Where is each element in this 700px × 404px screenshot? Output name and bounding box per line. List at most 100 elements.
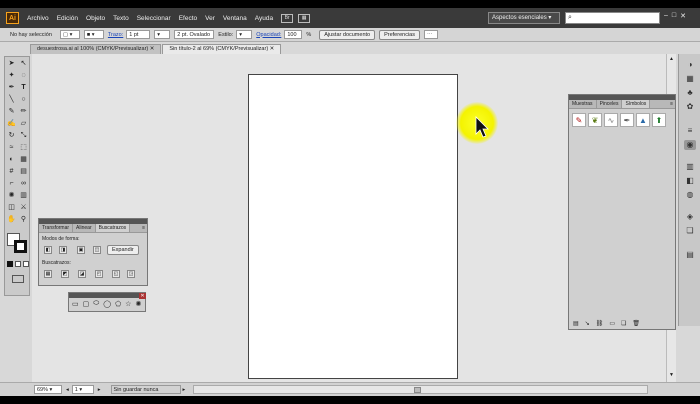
zoom-tool-icon[interactable]: ⚲ [18,215,29,225]
bridge-icon[interactable]: Br [281,13,294,23]
shapes-panel-close-icon[interactable]: ✕ [139,293,146,299]
direct-selection-tool-icon[interactable]: ↖ [18,59,29,69]
workspace-switcher[interactable]: Aspectos esenciales ▾ [488,12,560,24]
menu-ayuda[interactable]: Ayuda [255,15,273,22]
type-tool-icon[interactable]: T [18,83,29,93]
swatches-icon[interactable]: ▦ [684,74,696,84]
artboard-tool-icon[interactable]: ◫ [6,203,17,213]
tab-swatches[interactable]: Muestras [569,100,597,108]
symbols-icon[interactable]: ✿ [684,102,696,112]
tab-document-2[interactable]: Sin título-2 al 69% (CMYK/Previsualizar)… [162,44,282,54]
arrange-icon[interactable]: ⋯ [423,30,438,39]
brushes-icon[interactable]: ♣ [684,88,696,98]
delete-symbol-icon[interactable]: 🗑 [632,320,640,327]
hand-tool-icon[interactable]: ✋ [6,215,17,225]
symbol-pen-icon[interactable]: ✒ [620,113,634,127]
symbol-libraries-icon[interactable]: ▤ [573,320,579,327]
ellipse-tool-icon[interactable]: ○ [18,95,29,105]
expand-button[interactable]: Expandir [107,245,139,255]
graphic-styles-icon[interactable]: ◍ [684,190,696,200]
new-symbol-icon[interactable]: ❏ [621,320,626,327]
intersect-icon[interactable]: ▣ [77,246,85,254]
rounded-rect-tool-icon[interactable]: ▢ [83,300,90,308]
rectangle-tool-icon[interactable]: ▭ [72,300,79,308]
symbol-leaf-icon[interactable]: ❦ [588,113,602,127]
star-tool-icon[interactable]: ☆ [125,300,131,308]
eyedropper-icon[interactable]: ⌐ [6,179,17,189]
brush-select[interactable]: 2 pt. Ovalado [174,30,215,39]
menu-archivo[interactable]: Archivo [27,15,49,22]
warp-tool-icon[interactable]: ≈ [6,143,17,153]
symbol-brush-icon[interactable]: ✎ [572,113,586,127]
symbol-pyramid-icon[interactable]: ▲ [636,113,650,127]
place-symbol-icon[interactable]: ↘ [585,320,590,327]
menu-ver[interactable]: Ver [205,15,215,22]
scroll-up-icon[interactable]: ▲ [668,56,675,63]
symbol-options-icon[interactable]: ▭ [609,320,615,327]
gradient-tool-icon[interactable]: ▤ [18,167,29,177]
artboard[interactable] [248,74,458,379]
gradient-panel-icon[interactable]: ▥ [684,162,696,172]
fit-document-button[interactable]: Ajustar documento [319,29,376,40]
stroke-color-swatch[interactable] [14,240,27,253]
tab-symbols[interactable]: Símbolos [622,100,651,108]
search-field[interactable]: ⌕ [565,12,660,24]
pen-tool-icon[interactable]: ✒ [6,83,17,93]
panel-menu-icon[interactable]: ≡ [670,100,675,108]
perspective-grid-icon[interactable]: ▦ [18,155,29,165]
horizontal-scrollbar[interactable] [193,385,649,394]
shapes-panel-header[interactable] [69,293,145,298]
brush-tool-icon[interactable]: ✎ [6,107,17,117]
profile-select[interactable]: ▾ [154,30,171,39]
exclude-icon[interactable]: ◫ [93,246,101,254]
blend-tool-icon[interactable]: ∞ [18,179,29,189]
preferences-button[interactable]: Preferencias [379,29,420,40]
menu-texto[interactable]: Texto [113,15,129,22]
symbol-sprayer-icon[interactable]: ✺ [6,191,17,201]
minus-back-icon[interactable]: ◲ [127,270,135,278]
tab-align[interactable]: Alinear [73,224,96,232]
stroke-label[interactable]: Trazo: [108,32,123,38]
shape-builder-icon[interactable]: ◐ [6,155,17,165]
arrange-documents-icon[interactable]: ▦ [298,13,311,23]
eraser-tool-icon[interactable]: ▱ [18,119,29,129]
default-colors-icon[interactable] [7,261,13,267]
links-icon[interactable]: ▤ [684,250,696,260]
trim-icon[interactable]: ◩ [61,270,69,278]
screen-mode-icon[interactable] [12,275,24,283]
unite-icon[interactable]: ◧ [44,246,52,254]
menu-ventana[interactable]: Ventana [223,15,247,22]
slice-tool-icon[interactable]: ⚔ [18,203,29,213]
fill-swatch[interactable]: ▢ ▾ [59,30,80,39]
stroke-swatch[interactable]: ■ ▾ [83,30,104,39]
symbol-ribbon-icon[interactable]: ∿ [604,113,618,127]
polygon-tool-icon[interactable]: ⬠ [115,300,121,308]
status-menu-icon[interactable]: ▸ [183,387,186,393]
tab-brushes[interactable]: Pinceles [597,100,623,108]
selection-tool-icon[interactable]: ➤ [6,59,17,69]
mesh-tool-icon[interactable]: # [6,167,17,177]
graph-tool-icon[interactable]: ▥ [18,191,29,201]
opacity-field[interactable]: 100 [284,30,303,39]
artboard-select[interactable]: 1 ▾ [71,385,94,394]
transparency-icon[interactable]: ◧ [684,176,696,186]
maximize-icon[interactable]: □ [672,12,676,20]
menu-seleccionar[interactable]: Seleccionar [137,15,171,22]
color-guide-icon[interactable]: ◑ [684,60,696,70]
next-artboard-icon[interactable]: ▸ [98,387,101,393]
close-icon[interactable]: ✕ [680,12,686,20]
tab-pathfinder[interactable]: Buscatrazos [95,224,131,232]
no-color-icon[interactable] [23,261,29,267]
prev-artboard-icon[interactable]: ◂ [66,387,69,393]
merge-icon[interactable]: ◪ [78,270,86,278]
scroll-thumb[interactable] [414,387,422,393]
outline-icon[interactable]: ◱ [112,270,120,278]
circle-shape-icon[interactable]: ◯ [103,300,111,308]
flare-tool-icon[interactable]: ✺ [135,300,141,308]
style-select[interactable]: ▾ [236,30,253,39]
scale-tool-icon[interactable]: ⤡ [18,131,29,141]
rotate-tool-icon[interactable]: ↻ [6,131,17,141]
minimize-icon[interactable]: – [664,12,668,20]
magic-wand-icon[interactable]: ✦ [6,71,17,81]
menu-objeto[interactable]: Objeto [86,15,105,22]
